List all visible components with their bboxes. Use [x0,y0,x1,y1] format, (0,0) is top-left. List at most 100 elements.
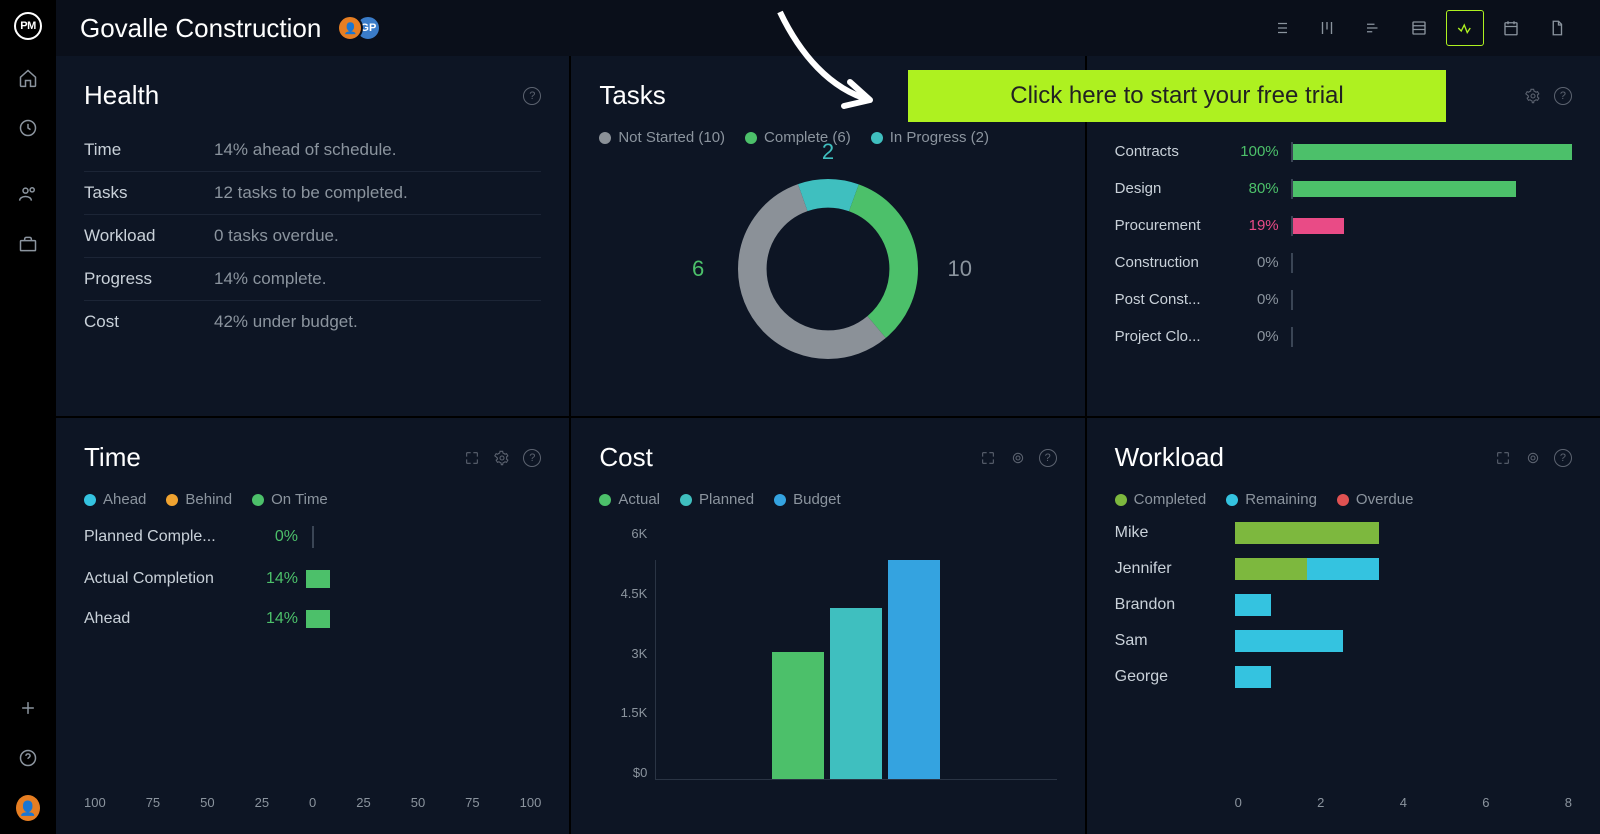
legend-item[interactable]: Behind [166,491,232,508]
briefcase-icon[interactable] [16,232,40,256]
progress-row-bar [1291,255,1572,271]
help-icon[interactable] [16,746,40,770]
time-row-name: Planned Comple... [84,528,254,546]
legend-item[interactable]: Actual [599,491,660,508]
help-icon[interactable]: ? [523,87,541,105]
gear-icon[interactable] [493,449,511,467]
help-icon[interactable]: ? [1039,449,1057,467]
file-view-icon[interactable] [1538,10,1576,46]
legend-item[interactable]: Remaining [1226,491,1317,508]
donut-label-inprogress: 2 [822,139,834,165]
workload-row: Jennifer [1115,558,1572,580]
health-row-value: 14% complete. [214,269,326,289]
legend-label: Remaining [1245,491,1317,508]
workload-row-name: Jennifer [1115,560,1235,578]
expand-icon[interactable] [1494,449,1512,467]
help-icon[interactable]: ? [523,449,541,467]
legend-dot [599,132,611,144]
axis-tick: 75 [465,795,479,810]
legend-label: On Time [271,491,328,508]
workload-row-bar [1235,630,1343,652]
legend-item[interactable]: Complete (6) [745,129,851,146]
team-icon[interactable] [16,182,40,206]
expand-icon[interactable] [979,449,997,467]
progress-row: Procurement19% [1115,217,1572,234]
workload-title: Workload [1115,442,1224,473]
clock-icon[interactable] [16,116,40,140]
tasks-donut-chart: 2 6 10 [728,169,928,369]
legend-dot [745,132,757,144]
workload-row-name: Brandon [1115,596,1235,614]
time-row-name: Actual Completion [84,570,254,588]
free-trial-cta[interactable]: Click here to start your free trial [908,70,1446,122]
gear-icon[interactable] [1524,87,1542,105]
workload-card: Workload ? Completed Remaining Overdue Mik… [1087,418,1600,834]
topbar: Govalle Construction 👤 GP [56,0,1600,56]
progress-row-name: Project Clo... [1115,328,1235,345]
legend-item[interactable]: On Time [252,491,328,508]
cost-bar-budget [888,560,940,779]
axis-tick: 100 [520,795,542,810]
axis-tick: 3K [599,646,647,661]
legend-dot [1226,494,1238,506]
axis-tick: 1.5K [599,705,647,720]
axis-tick: 50 [200,795,214,810]
axis-tick: $0 [599,765,647,780]
legend-label: In Progress (2) [890,129,989,146]
sheet-view-icon[interactable] [1400,10,1438,46]
axis-tick: 50 [411,795,425,810]
legend-dot [871,132,883,144]
health-row-label: Workload [84,226,214,246]
project-members[interactable]: 👤 GP [337,15,381,41]
home-icon[interactable] [16,66,40,90]
gear-icon[interactable] [1009,449,1027,467]
legend-dot [1115,494,1127,506]
donut-label-complete: 6 [692,256,704,282]
help-icon[interactable]: ? [1554,87,1572,105]
calendar-view-icon[interactable] [1492,10,1530,46]
legend-item[interactable]: Budget [774,491,841,508]
add-icon[interactable] [16,696,40,720]
progress-row: Contracts100% [1115,143,1572,160]
board-view-icon[interactable] [1308,10,1346,46]
expand-icon[interactable] [463,449,481,467]
left-nav: PM 👤 [0,0,56,834]
legend-item[interactable]: In Progress (2) [871,129,989,146]
legend-label: Actual [618,491,660,508]
workload-bar-segment [1235,666,1271,688]
legend-label: Not Started (10) [618,129,725,146]
axis-tick: 25 [255,795,269,810]
help-icon[interactable]: ? [1554,449,1572,467]
legend-label: Behind [185,491,232,508]
workload-row: Mike [1115,522,1572,544]
health-card: Health ? Time14% ahead of schedule.Tasks… [56,56,569,416]
legend-item[interactable]: Overdue [1337,491,1414,508]
gantt-view-icon[interactable] [1354,10,1392,46]
axis-tick: 6K [599,526,647,541]
time-row: Actual Completion14% [84,570,541,588]
legend-dot [166,494,178,506]
workload-row: George [1115,666,1572,688]
legend-item[interactable]: Completed [1115,491,1207,508]
progress-row: Design80% [1115,180,1572,197]
workload-bar-segment [1235,522,1379,544]
project-title: Govalle Construction [80,13,321,44]
health-row-label: Tasks [84,183,214,203]
health-row-value: 0 tasks overdue. [214,226,339,246]
legend-item[interactable]: Planned [680,491,754,508]
progress-row-pct: 0% [1235,328,1279,345]
time-row-name: Ahead [84,610,254,628]
legend-item[interactable]: Ahead [84,491,146,508]
health-row-value: 12 tasks to be completed. [214,183,408,203]
health-row: Progress14% complete. [84,258,541,301]
legend-item[interactable]: Not Started (10) [599,129,725,146]
user-avatar[interactable]: 👤 [16,796,40,820]
time-row-pct: 0% [254,528,298,546]
axis-tick: 75 [146,795,160,810]
dashboard-view-icon[interactable] [1446,10,1484,46]
view-switcher [1262,10,1576,46]
axis-tick: 100 [84,795,106,810]
list-view-icon[interactable] [1262,10,1300,46]
app-logo[interactable]: PM [14,12,42,40]
gear-icon[interactable] [1524,449,1542,467]
